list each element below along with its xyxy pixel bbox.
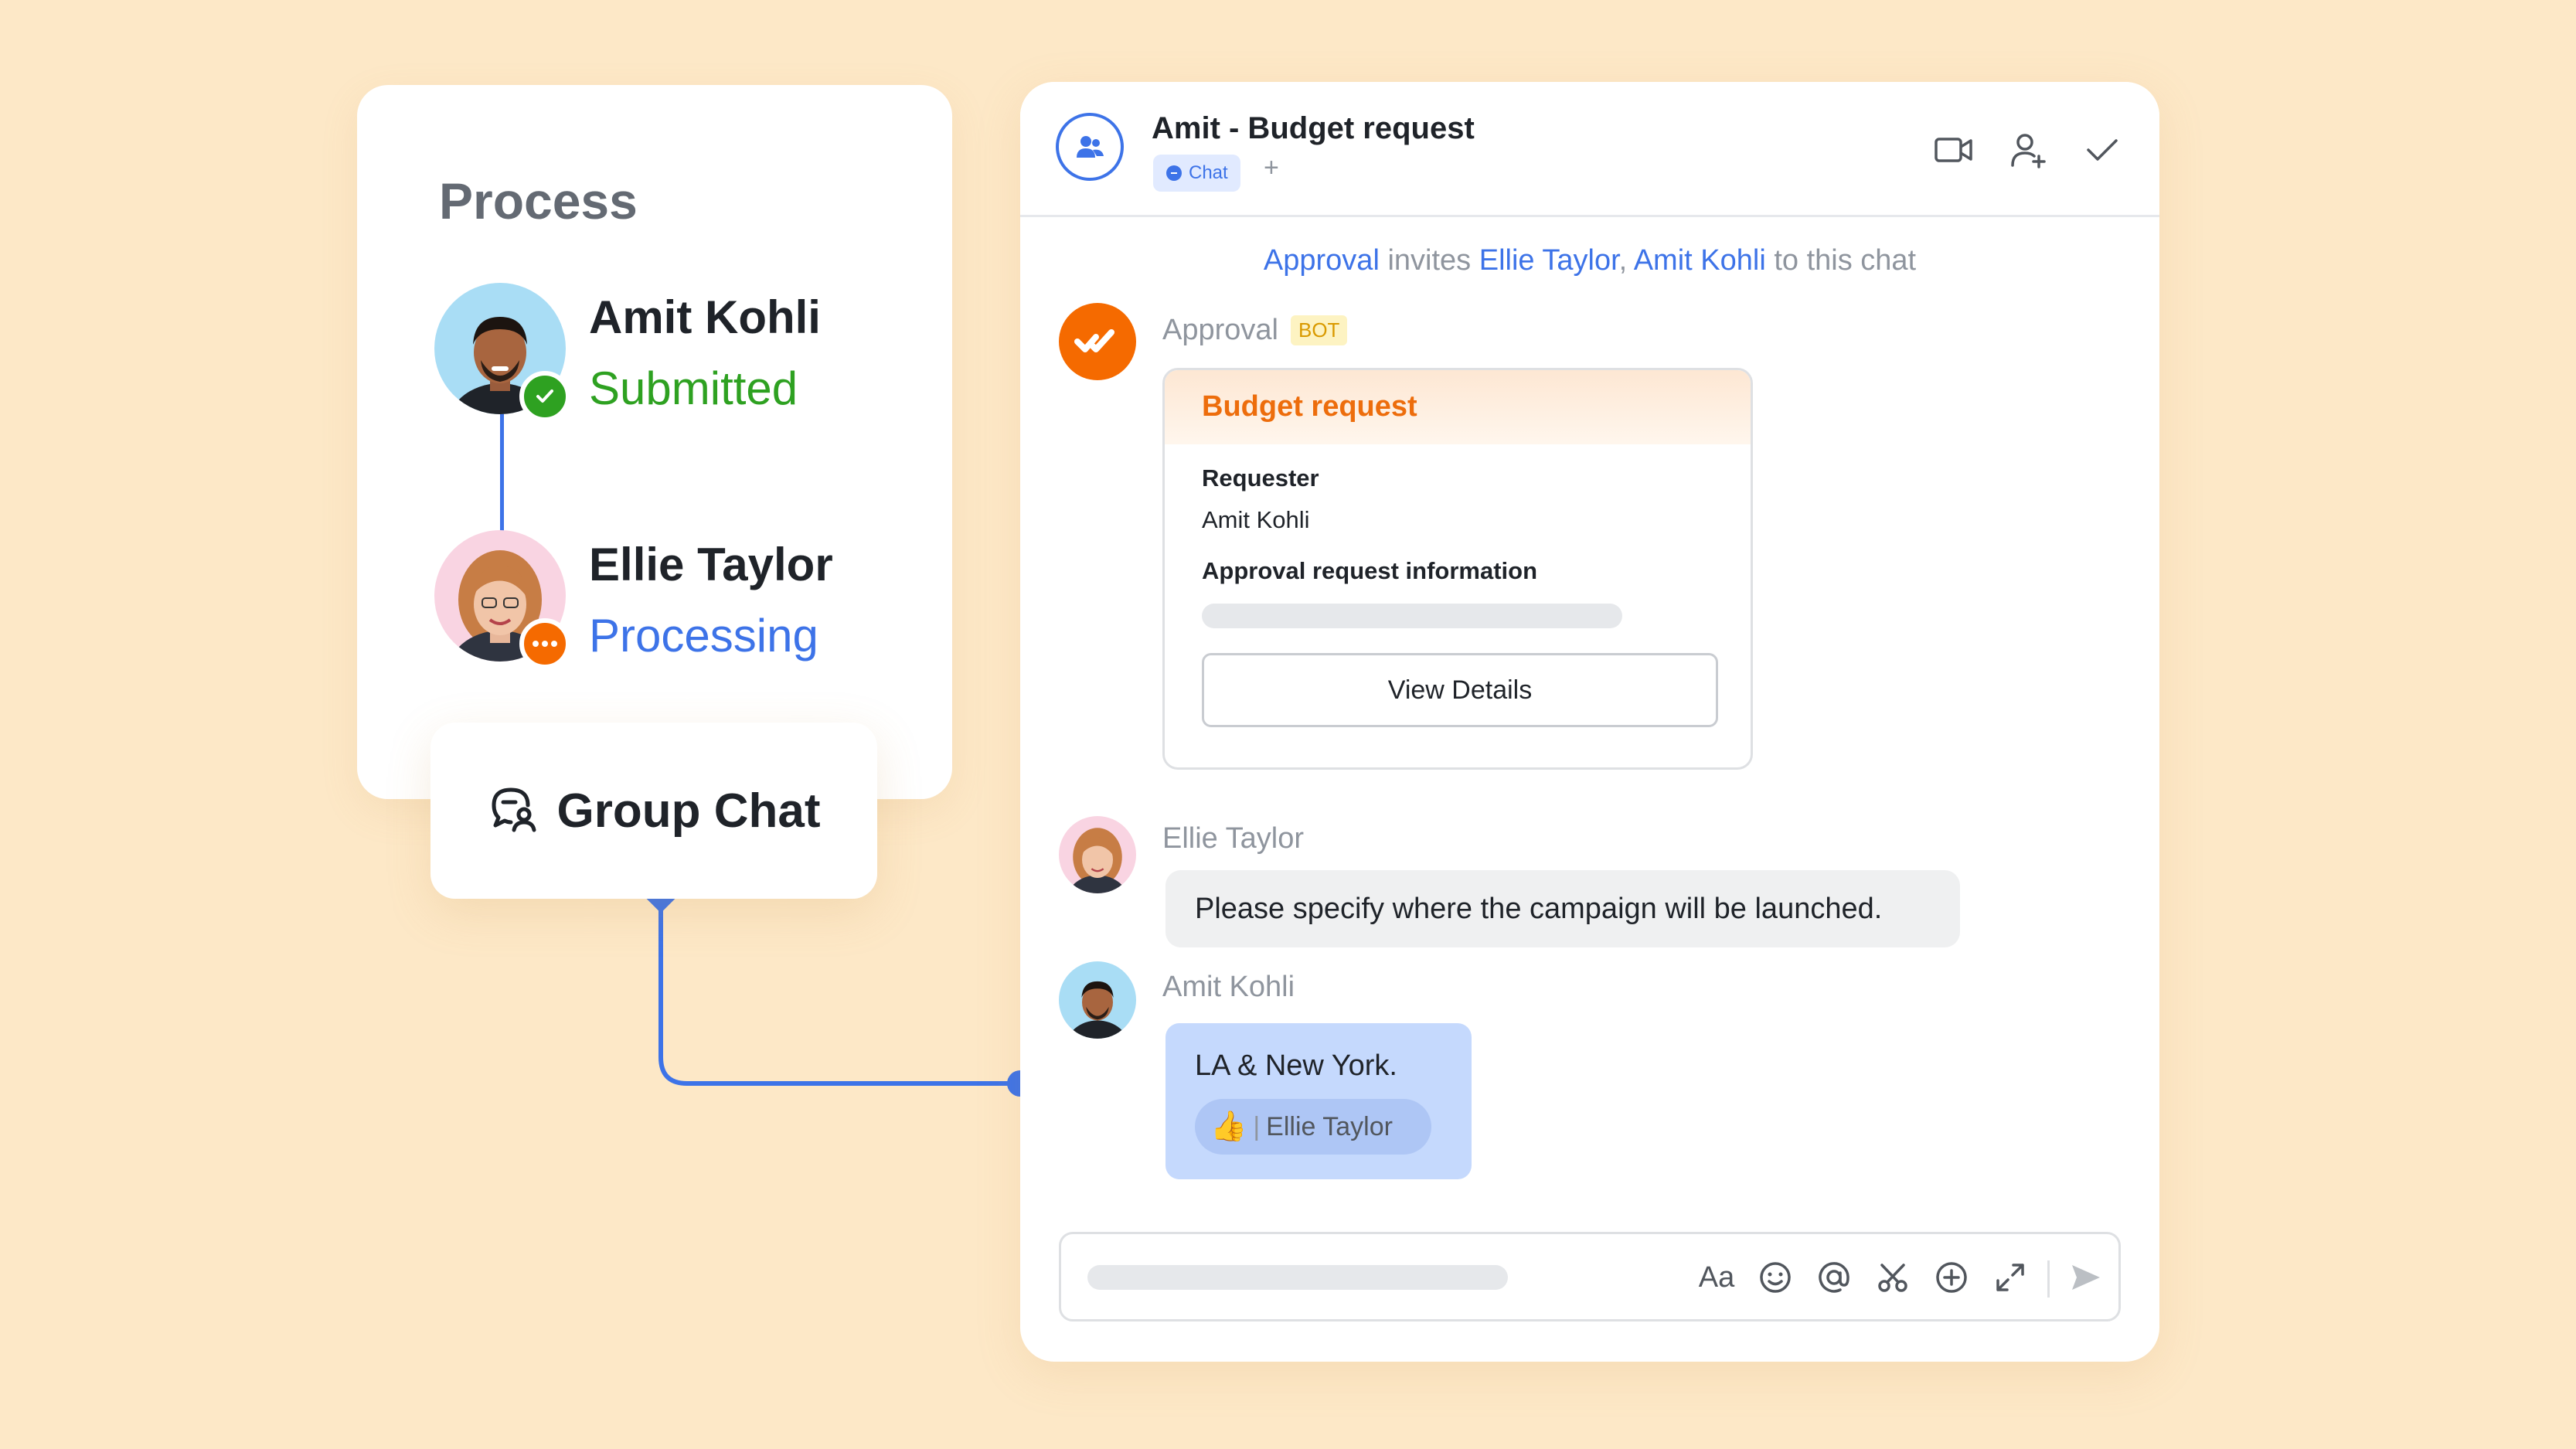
chat-window: Amit - Budget request Chat + Approval in… [1020,82,2159,1362]
system-suffix: to this chat [1765,244,1917,277]
toolbar-divider [2047,1260,2050,1298]
add-tag-button[interactable]: + [1264,153,1279,183]
video-call-icon[interactable] [1932,128,1975,172]
bot-sender-row: Approval BOT [1162,314,1348,347]
system-actor-link[interactable]: Approval [1264,244,1380,277]
message-sender-amit: Amit Kohli [1162,971,1295,1003]
input-placeholder-bar [1087,1265,1508,1290]
message-text-amit: LA & New York. [1195,1049,1397,1082]
request-info-label: Approval request information [1202,557,1538,584]
bot-badge: BOT [1290,315,1348,345]
approval-card-title: Budget request [1202,390,1417,423]
group-chat-icon [488,784,539,838]
approval-card-header: Budget request [1165,370,1751,444]
checkmark-icon[interactable] [2081,128,2124,172]
invitee-link-amit[interactable]: Amit Kohli [1634,244,1766,277]
check-icon [519,371,570,422]
system-separator: , [1618,244,1634,277]
process-card: Process Amit Kohli Submitted Ellie Taylo… [357,85,952,799]
message-sender-ellie: Ellie Taylor [1162,822,1305,855]
group-avatar-icon [1056,113,1124,181]
system-message: Approval invites Ellie Taylor, Amit Kohl… [1020,244,2159,277]
chat-header: Amit - Budget request Chat + [1020,82,2159,217]
system-verb: invites [1379,244,1479,277]
approval-card: Budget request Requester Amit Kohli Appr… [1162,368,1753,770]
step-name-ellie: Ellie Taylor [589,539,833,590]
thumbs-up-icon: 👍 [1210,1111,1247,1143]
message-bubble-ellie: Please specify where the campaign will b… [1165,870,1960,947]
send-icon[interactable] [2064,1256,2108,1299]
group-chat-label: Group Chat [556,784,821,838]
requester-label: Requester [1202,464,1319,492]
approval-bot-avatar[interactable] [1059,303,1136,380]
request-info-placeholder [1202,604,1622,628]
step-status-processing: Processing [589,610,818,662]
reaction-chip[interactable]: 👍 | Ellie Taylor [1195,1099,1431,1155]
bot-sender-name: Approval [1162,314,1278,346]
text-format-icon[interactable]: Aa [1695,1256,1738,1299]
avatar-amit-small[interactable] [1059,961,1136,1039]
chat-title: Amit - Budget request [1152,111,1475,145]
expand-icon[interactable] [1989,1256,2032,1299]
message-bubble-amit: LA & New York. 👍 | Ellie Taylor [1165,1023,1472,1179]
step-name-amit: Amit Kohli [589,291,821,343]
reaction-divider: | [1253,1111,1261,1141]
ellipsis-icon [519,618,570,669]
chat-tag[interactable]: Chat [1153,155,1240,192]
scissors-icon[interactable] [1871,1256,1914,1299]
chat-tag-label: Chat [1189,162,1228,183]
process-title: Process [439,172,638,230]
add-icon[interactable] [1930,1256,1973,1299]
avatar-ellie-small[interactable] [1059,816,1136,893]
step-status-submitted: Submitted [589,362,798,414]
requester-value: Amit Kohli [1202,506,1310,533]
message-input[interactable]: Aa [1059,1232,2121,1321]
group-chat-card[interactable]: Group Chat [430,723,877,899]
invitee-link-ellie[interactable]: Ellie Taylor [1479,244,1619,277]
view-details-button[interactable]: View Details [1202,653,1718,727]
mention-icon[interactable] [1812,1256,1856,1299]
reaction-user: Ellie Taylor [1266,1111,1393,1141]
emoji-icon[interactable] [1754,1256,1797,1299]
add-member-icon[interactable] [2006,128,2050,172]
chat-bubble-icon [1166,165,1182,181]
